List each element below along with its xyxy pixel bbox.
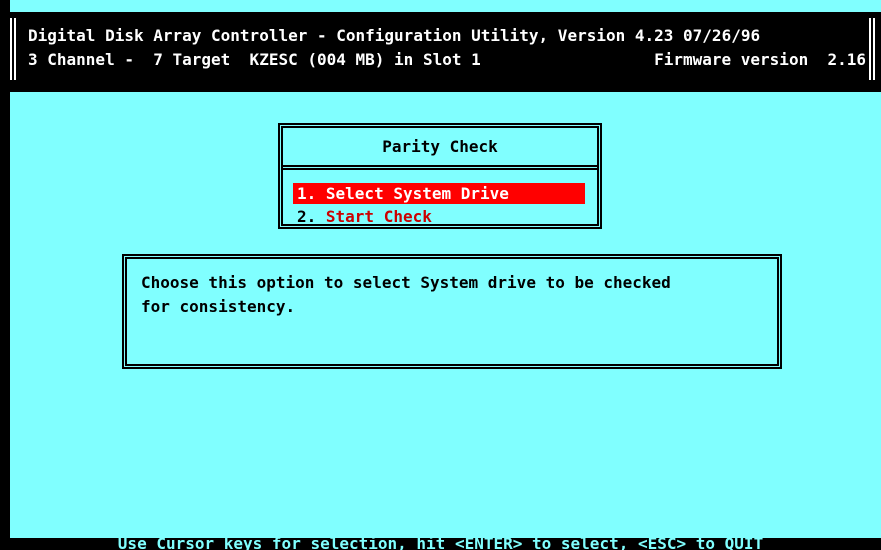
status-hint: Use Cursor keys for selection, hit <ENTE… (117, 538, 764, 550)
controller-info: 3 Channel - 7 Target KZESC (004 MB) in S… (28, 50, 481, 69)
help-box: Choose this option to select System driv… (122, 254, 782, 369)
header-title-line: Digital Disk Array Controller - Configur… (20, 25, 870, 47)
header-info-line: 3 Channel - 7 Target KZESC (004 MB) in S… (20, 49, 870, 71)
menu-title: Parity Check (283, 128, 597, 170)
menu-item-number: 2. (297, 207, 317, 226)
header-bar: Digital Disk Array Controller - Configur… (10, 12, 881, 92)
help-text: Choose this option to select System driv… (141, 273, 671, 316)
screen: Digital Disk Array Controller - Configur… (10, 0, 881, 550)
status-bar: Use Cursor keys for selection, hit <ENTE… (0, 538, 881, 550)
app-title: Digital Disk Array Controller - Configur… (28, 26, 761, 45)
menu-item-start-check[interactable]: 2. Start Check (293, 206, 585, 227)
menu-item-label: Start Check (316, 207, 432, 226)
menu-item-number: 1. (297, 184, 317, 203)
firmware-version: Firmware version 2.16 (654, 50, 866, 69)
menu-item-label: Select System Drive (316, 184, 509, 203)
menu-item-select-system-drive[interactable]: 1. Select System Drive (293, 183, 585, 204)
parity-check-menu: Parity Check 1. Select System Drive 2. S… (278, 123, 602, 229)
